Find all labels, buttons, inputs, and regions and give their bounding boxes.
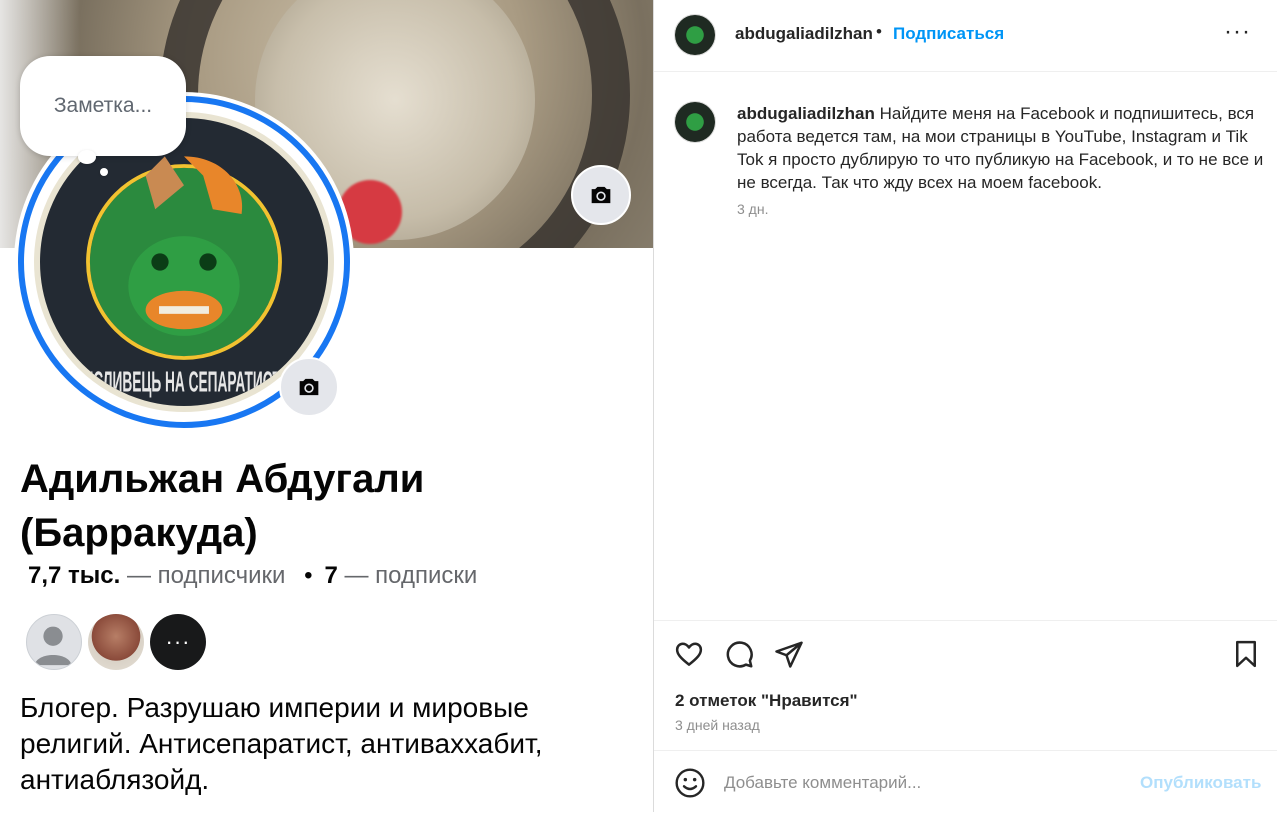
- badge-text: ПИСЛИВЕЦЬ НА СЕПАРАТИСТІВ: [74, 367, 295, 399]
- post-image: ПИСЛИВЕЦЬ НА СЕПАРАТИСТІВ Заметка... Ади…: [0, 0, 653, 812]
- following-count: 7: [324, 562, 338, 589]
- post-date: 3 дней назад: [675, 717, 760, 733]
- follow-button[interactable]: Подписаться: [893, 24, 1004, 44]
- profile-stats: 7,7 тыс. — подписчики • 7 — подписки: [28, 562, 477, 590]
- friend-avatar: [26, 614, 82, 670]
- header-dot: •: [876, 22, 882, 41]
- bookmark-icon[interactable]: [1229, 637, 1263, 671]
- profile-bio: Блогер. Разрушаю империи и мировые религ…: [20, 692, 543, 795]
- friends-row: ···: [26, 614, 206, 670]
- emoji-icon[interactable]: [674, 767, 706, 799]
- stats-separator: •: [304, 562, 313, 589]
- note-bubble: Заметка...: [20, 56, 186, 156]
- caption-block: abdugaliadilzhan Найдите меня на Faceboo…: [654, 72, 1277, 620]
- followers-count: 7,7 тыс.: [28, 562, 121, 589]
- caption-username[interactable]: abdugaliadilzhan: [737, 104, 875, 123]
- comment-input[interactable]: [724, 769, 1124, 797]
- avatar-camera-icon: [279, 357, 339, 417]
- following-label: — подписки: [337, 562, 478, 589]
- author-username[interactable]: abdugaliadilzhan: [735, 24, 873, 44]
- heart-icon[interactable]: [672, 637, 706, 671]
- profile-name: Адильжан Абдугали (Барракуда): [20, 457, 425, 555]
- comment-bar: Опубликовать: [654, 750, 1277, 813]
- followers-label: — подписчики: [120, 562, 286, 589]
- cover-camera-icon: [571, 165, 631, 225]
- caption-text: abdugaliadilzhan Найдите меня на Faceboo…: [737, 102, 1265, 194]
- more-friends-icon: ···: [150, 614, 206, 670]
- author-avatar[interactable]: [674, 14, 716, 56]
- friend-avatar: [88, 614, 144, 670]
- likes-count[interactable]: 2 отметок "Нравится": [675, 691, 858, 711]
- caption-time[interactable]: 3 дн.: [737, 201, 768, 217]
- post-panel: abdugaliadilzhan • Подписаться ··· abdug…: [653, 0, 1277, 812]
- note-placeholder: Заметка...: [53, 94, 153, 117]
- action-bar: 2 отметок "Нравится" 3 дней назад: [654, 620, 1277, 751]
- more-icon[interactable]: ···: [1224, 18, 1251, 46]
- comment-icon[interactable]: [722, 637, 756, 671]
- publish-button[interactable]: Опубликовать: [1140, 773, 1261, 793]
- caption-avatar[interactable]: [674, 101, 716, 143]
- share-icon[interactable]: [772, 637, 806, 671]
- post-header: abdugaliadilzhan • Подписаться ···: [654, 0, 1277, 72]
